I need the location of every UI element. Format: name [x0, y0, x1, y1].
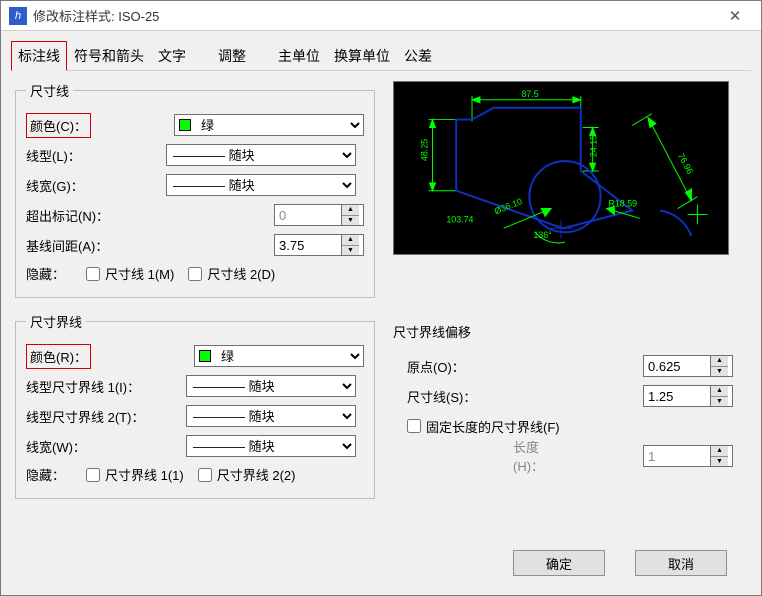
group-dimlines: 尺寸线 颜色(C)： 绿 线型(L)： ———— 随块 线	[15, 81, 375, 298]
spinner-length: ▲▼	[643, 445, 733, 467]
checkbox-dimline2[interactable]: 尺寸线 2(D)	[188, 264, 275, 283]
tab-symbols-arrows[interactable]: 符号和箭头	[67, 41, 151, 71]
group-extlines: 尺寸界线 颜色(R)： 绿 线型尺寸界线 1(I)： ———— 随块	[15, 312, 375, 499]
spinner-baseline[interactable]: ▲▼	[274, 234, 364, 256]
input-length	[644, 446, 710, 466]
label-ext-hide: 隐藏：	[26, 465, 86, 484]
spin-down-icon[interactable]: ▼	[711, 367, 728, 377]
tab-tolerance[interactable]: 公差	[397, 41, 439, 71]
spin-down-icon[interactable]: ▼	[711, 397, 728, 407]
select-ext-lt1[interactable]: ———— 随块	[186, 375, 356, 397]
spinner-dimline[interactable]: ▲▼	[643, 385, 733, 407]
svg-text:103.74: 103.74	[446, 214, 473, 224]
select-color-r-wrap: 绿	[194, 345, 364, 367]
tab-dimlines[interactable]: 标注线	[11, 41, 67, 71]
label-linetype: 线型(L)：	[26, 146, 166, 165]
dialog-footer: 确定 取消	[1, 540, 761, 586]
group-dimlines-legend: 尺寸线	[26, 81, 73, 100]
input-baseline[interactable]	[275, 235, 341, 255]
select-color-c-wrap: 绿	[174, 114, 364, 136]
window-title: 修改标注样式: ISO-25	[33, 6, 717, 25]
label-lineweight: 线宽(G)：	[26, 176, 166, 195]
ok-button[interactable]: 确定	[513, 550, 605, 576]
label-hide: 隐藏：	[26, 264, 86, 283]
tab-panel: 尺寸线 颜色(C)： 绿 线型(L)： ———— 随块 线	[11, 70, 751, 540]
input-dimline[interactable]	[644, 386, 710, 406]
svg-text:R18.59: R18.59	[608, 199, 637, 209]
select-lineweight[interactable]: ———— 随块	[166, 174, 356, 196]
close-icon[interactable]: ✕	[717, 7, 753, 25]
select-color-r[interactable]: 绿	[194, 345, 364, 367]
checkbox-extline1[interactable]: 尺寸界线 1(1)	[86, 465, 184, 484]
spin-up-icon[interactable]: ▲	[711, 356, 728, 367]
label-baseline: 基线间距(A)：	[26, 236, 166, 255]
tab-text[interactable]: 文字	[151, 41, 193, 71]
svg-text:24.15: 24.15	[589, 135, 599, 157]
select-ext-lt2[interactable]: ———— 随块	[186, 405, 356, 427]
label-origin-offset: 原点(O)：	[393, 357, 543, 376]
spin-up-icon[interactable]: ▲	[342, 235, 359, 246]
svg-text:136°: 136°	[533, 230, 552, 240]
cancel-button[interactable]: 取消	[635, 550, 727, 576]
checkbox-fixed-length[interactable]: 固定长度的尺寸界线(F)	[407, 417, 560, 436]
spinner-origin[interactable]: ▲▼	[643, 355, 733, 377]
svg-text:48.25: 48.25	[420, 139, 430, 161]
select-color-c[interactable]: 绿	[174, 114, 364, 136]
label-ext-lt1: 线型尺寸界线 1(I)：	[26, 377, 186, 396]
tab-strip: 标注线 符号和箭头 文字 调整 主单位 换算单位 公差	[1, 31, 761, 71]
label-color-c: 颜色(C)：	[26, 113, 91, 138]
checkbox-extline2[interactable]: 尺寸界线 2(2)	[198, 465, 296, 484]
spinner-extend[interactable]: ▲▼	[274, 204, 364, 226]
select-ext-lw[interactable]: ———— 随块	[186, 435, 356, 457]
select-linetype[interactable]: ———— 随块	[166, 144, 356, 166]
spin-up-icon[interactable]: ▲	[711, 386, 728, 397]
label-length: 长度(H)：	[393, 437, 543, 475]
input-origin[interactable]	[644, 356, 710, 376]
group-extlines-legend: 尺寸界线	[26, 312, 86, 331]
svg-text:76.96: 76.96	[676, 151, 695, 175]
titlebar: h 修改标注样式: ISO-25 ✕	[1, 1, 761, 31]
tab-fit[interactable]: 调整	[211, 41, 253, 71]
spin-up-icon[interactable]: ▲	[342, 205, 359, 216]
input-extend	[275, 205, 341, 225]
preview-image: 87.5 48.25	[393, 81, 729, 255]
label-dimline-offset: 尺寸线(S)：	[393, 387, 543, 406]
spin-down-icon: ▼	[711, 457, 728, 467]
label-extend: 超出标记(N)：	[26, 206, 166, 225]
tab-alt-units[interactable]: 换算单位	[327, 41, 397, 71]
spin-down-icon[interactable]: ▼	[342, 216, 359, 226]
app-icon: h	[9, 7, 27, 25]
svg-text:87.5: 87.5	[521, 89, 538, 99]
spin-down-icon[interactable]: ▼	[342, 246, 359, 256]
spin-up-icon: ▲	[711, 446, 728, 457]
label-ext-lw: 线宽(W)：	[26, 437, 186, 456]
label-color-r: 颜色(R)：	[26, 344, 91, 369]
group-offset-legend: 尺寸界线偏移	[393, 322, 733, 341]
label-ext-lt2: 线型尺寸界线 2(T)：	[26, 407, 186, 426]
tab-primary-units[interactable]: 主单位	[271, 41, 327, 71]
checkbox-dimline1[interactable]: 尺寸线 1(M)	[86, 264, 174, 283]
dialog-window: h 修改标注样式: ISO-25 ✕ 标注线 符号和箭头 文字 调整 主单位 换…	[0, 0, 762, 596]
